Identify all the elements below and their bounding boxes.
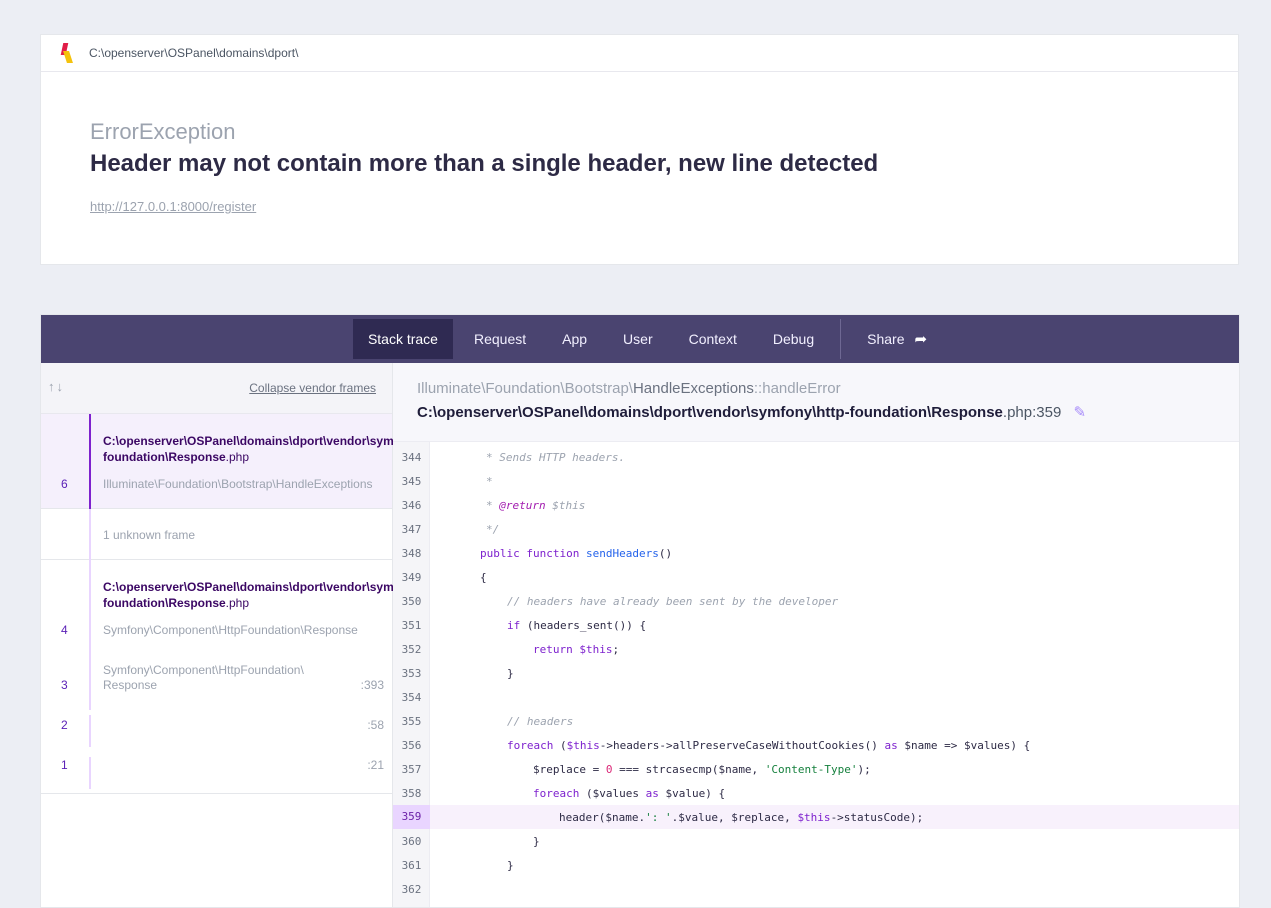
frame-number: 4	[61, 623, 68, 637]
code-line: 356 foreach ($this->headers->allPreserveC…	[401, 738, 1031, 752]
code-line: 345 *	[401, 474, 493, 488]
frame-line: :393	[360, 678, 384, 692]
frame-line: :58	[367, 718, 384, 732]
tab-context[interactable]: Context	[674, 319, 752, 359]
code-file-path: C:\openserver\OSPanel\domains\dport\vend…	[417, 403, 1087, 421]
code-line: 351 if (headers_sent()) {	[401, 618, 647, 632]
code-line: 352 return $this;	[401, 642, 620, 656]
code-header: Illuminate\Foundation\Bootstrap\HandleEx…	[393, 363, 1239, 442]
project-path: C:\openserver\OSPanel\domains\dport\	[89, 46, 299, 60]
tab-request[interactable]: Request	[459, 319, 541, 359]
frame-number: 6	[61, 477, 68, 491]
stack-frame-2[interactable]: 2 :58	[41, 710, 392, 752]
code-line: 344 * Sends HTTP headers.	[401, 450, 626, 464]
frame-line: :21	[367, 758, 384, 772]
error-header-card: C:\openserver\OSPanel\domains\dport\ Err…	[40, 34, 1239, 265]
frame-class: Symfony\Component\HttpFoundation\Respons…	[103, 623, 358, 637]
code-line-highlighted: 359 header($name.': '.$value, $replace, $…	[393, 805, 1239, 829]
code-snippet: 344 * Sends HTTP headers. 345 * 346 * @retu…	[393, 442, 1239, 907]
frame-number: 2	[61, 718, 68, 732]
code-line: 347 */	[401, 522, 500, 536]
code-line: 348 public function sendHeaders()	[401, 546, 673, 560]
code-line: 358 foreach ($values as $value) {	[401, 786, 726, 800]
tab-bar: Stack trace Request App User Context Deb…	[41, 315, 1239, 363]
frame-bar	[89, 414, 91, 509]
frame-order-arrows-icon[interactable]: ↑↓	[48, 379, 65, 394]
frame-class: Illuminate\Foundation\Bootstrap\HandleEx…	[103, 477, 373, 491]
stack-frame-unknown[interactable]: 1 unknown frame	[41, 509, 392, 560]
tab-debug[interactable]: Debug	[758, 319, 829, 359]
share-label: Share	[867, 331, 905, 347]
stack-frame-1[interactable]: 1 :21	[41, 752, 392, 794]
stack-frames-panel: ↑↓ Collapse vendor frames C:\openserver\…	[41, 363, 449, 907]
frame-class: Symfony\Component\HttpFoundation\	[103, 663, 304, 677]
frame-number: 1	[61, 758, 68, 772]
exception-type: ErrorException	[90, 119, 236, 144]
tab-user[interactable]: User	[608, 319, 668, 359]
share-arrow-icon: ➦	[914, 331, 928, 348]
tab-stack-trace[interactable]: Stack trace	[352, 319, 453, 359]
code-line: 349{	[401, 570, 487, 584]
frame-bar	[89, 560, 91, 710]
frame-bar	[89, 509, 91, 560]
tab-app[interactable]: App	[547, 319, 602, 359]
edit-pencil-icon[interactable]: ✎	[1073, 403, 1086, 421]
frame-bar	[89, 757, 91, 789]
frame-class: 1 unknown frame	[103, 528, 196, 542]
code-line: 361}	[401, 858, 514, 872]
code-line: 354	[401, 690, 422, 704]
code-line: 357 $replace = 0 === strcasecmp($name, 'C…	[401, 762, 871, 776]
code-line: 353}	[401, 666, 514, 680]
frame-bar	[89, 715, 91, 747]
frame-class-name: Response	[103, 678, 158, 692]
code-line: 350// headers have already been sent by …	[401, 594, 839, 608]
code-line: 355// headers	[401, 714, 574, 728]
code-line: 360}	[401, 834, 540, 848]
code-line: 362	[401, 882, 422, 896]
ignition-logo-icon	[59, 43, 73, 63]
stack-frame-group: C:\openserver\OSPanel\domains\dport\vend…	[41, 560, 449, 710]
stack-frame-6[interactable]: C:\openserver\OSPanel\domains\dport\vend…	[41, 414, 449, 509]
header-topbar: C:\openserver\OSPanel\domains\dport\	[41, 35, 1238, 72]
frames-header: ↑↓ Collapse vendor frames	[41, 363, 392, 414]
share-button[interactable]: Share ➦	[852, 319, 942, 359]
exception-message: Header may not contain more than a singl…	[90, 150, 879, 177]
code-line: 346 * @return $this	[401, 498, 586, 512]
frame-number: 3	[61, 678, 68, 692]
code-viewer: Illuminate\Foundation\Bootstrap\HandleEx…	[393, 363, 1239, 907]
collapse-vendor-frames-link[interactable]: Collapse vendor frames	[249, 381, 376, 395]
request-url-link[interactable]: http://127.0.0.1:8000/register	[90, 199, 256, 214]
frame-method: Illuminate\Foundation\Bootstrap\HandleEx…	[417, 380, 841, 397]
tab-divider	[840, 319, 842, 359]
main-panel: Stack trace Request App User Context Deb…	[40, 314, 1240, 908]
